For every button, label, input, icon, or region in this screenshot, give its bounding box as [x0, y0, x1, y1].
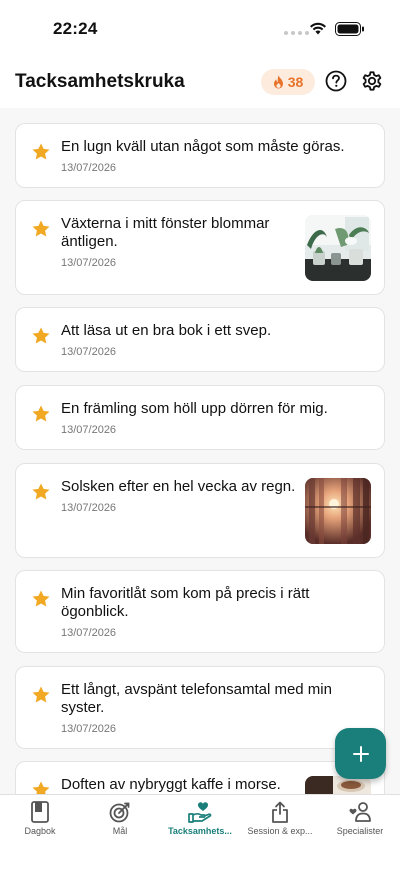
entry-text: Att läsa ut en bra bok i ett svep. [61, 322, 272, 339]
streak-badge[interactable]: 38 [261, 69, 315, 95]
tab-label: Tacksamhets... [168, 826, 232, 836]
gratitude-card[interactable]: Växterna i mitt fönster blommar äntligen… [15, 200, 385, 295]
star-icon[interactable] [32, 143, 50, 160]
notebook-icon [31, 801, 49, 823]
entry-text: Ett långt, avspänt telefonsamtal med min… [61, 681, 332, 716]
tab-mal[interactable]: Mål [80, 795, 160, 845]
tab-label: Session & exp... [247, 826, 313, 836]
tab-label: Dagbok [24, 826, 56, 836]
wifi-icon [310, 22, 326, 35]
gratitude-card[interactable]: Doften av nybryggt kaffe i morse. [15, 761, 385, 794]
target-icon [109, 802, 130, 823]
tab-tacksamhet[interactable]: Tacksamhets... [160, 795, 240, 845]
page-title: Tacksamhetskruka [15, 71, 185, 92]
sunset-curtains-photo[interactable] [305, 478, 371, 544]
share-icon [272, 801, 288, 823]
plus-icon [352, 745, 369, 762]
gratitude-card[interactable]: Min favoritlåt som kom på precis i rätt … [15, 570, 385, 653]
entry-date: 13/07/2026 [61, 723, 117, 735]
tab-dagbok[interactable]: Dagbok [0, 795, 80, 845]
entry-date: 13/07/2026 [61, 346, 117, 358]
entry-date: 13/07/2026 [61, 424, 117, 436]
heart-hand-icon [188, 802, 212, 823]
help-icon[interactable] [325, 70, 347, 92]
entry-text: Solsken efter en hel vecka av regn. [61, 478, 296, 495]
entry-text: Min favoritlåt som kom på precis i rätt … [61, 585, 310, 620]
entry-date: 13/07/2026 [61, 162, 117, 174]
gratitude-list[interactable]: En lugn kväll utan något som måste göras… [0, 108, 400, 794]
entry-date: 13/07/2026 [61, 627, 117, 639]
gear-icon[interactable] [361, 70, 383, 92]
gratitude-card[interactable]: En främling som höll upp dörren för mig.… [15, 385, 385, 450]
entry-text: Växterna i mitt fönster blommar äntligen… [61, 215, 270, 250]
entry-date: 13/07/2026 [61, 502, 117, 514]
people-icon [349, 802, 371, 822]
star-icon[interactable] [32, 590, 50, 607]
tab-specialister[interactable]: Specialister [320, 795, 400, 845]
entry-text: En lugn kväll utan något som måste göras… [61, 138, 345, 155]
entry-text: Doften av nybryggt kaffe i morse. [61, 776, 281, 793]
star-icon[interactable] [32, 220, 50, 237]
entry-text: En främling som höll upp dörren för mig. [61, 400, 328, 417]
star-icon[interactable] [32, 327, 50, 344]
gratitude-card[interactable]: Solsken efter en hel vecka av regn. 13/0… [15, 463, 385, 558]
status-time: 22:24 [53, 19, 98, 38]
gratitude-card[interactable]: Ett långt, avspänt telefonsamtal med min… [15, 666, 385, 749]
add-entry-button[interactable] [335, 728, 386, 779]
signal-icon [284, 31, 309, 35]
flame-icon [273, 75, 283, 89]
plants-photo[interactable] [305, 215, 371, 281]
bottom-tab-bar: Dagbok Mål Tacksamhets... Session & exp.… [0, 794, 400, 869]
gratitude-card[interactable]: En lugn kväll utan något som måste göras… [15, 123, 385, 188]
gratitude-card[interactable]: Att läsa ut en bra bok i ett svep. 13/07… [15, 307, 385, 372]
status-bar: 22:24 [0, 0, 400, 58]
tab-label: Mål [112, 826, 128, 836]
star-icon[interactable] [32, 781, 50, 794]
app-header: Tacksamhetskruka 38 [0, 58, 400, 108]
battery-icon [335, 22, 364, 36]
tab-label: Specialister [336, 826, 384, 836]
tab-session[interactable]: Session & exp... [240, 795, 320, 845]
star-icon[interactable] [32, 405, 50, 422]
star-icon[interactable] [32, 686, 50, 703]
star-icon[interactable] [32, 483, 50, 500]
streak-count: 38 [287, 74, 304, 90]
entry-date: 13/07/2026 [61, 257, 117, 269]
